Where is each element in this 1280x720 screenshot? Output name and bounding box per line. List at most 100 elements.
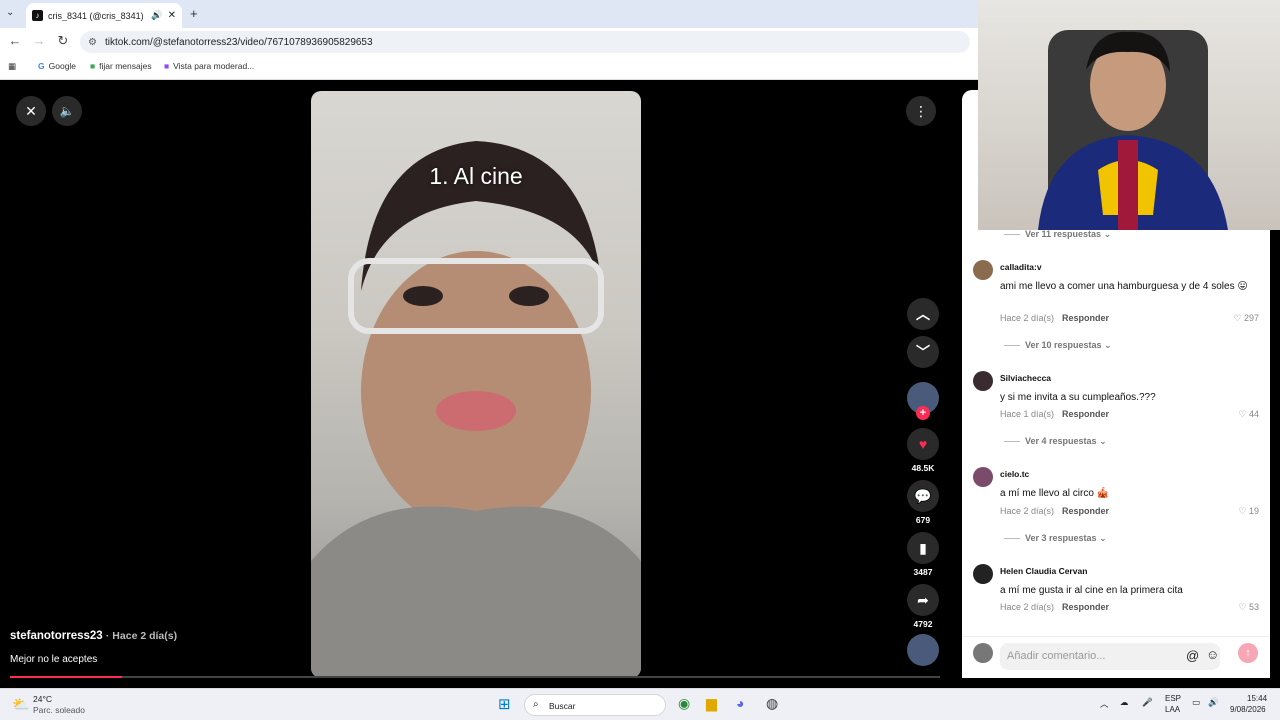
comment-input[interactable]: Añadir comentario... @ ☺ [1000,643,1220,670]
comment-like[interactable]: ♡ 297 [1233,313,1259,324]
view-replies[interactable]: Ver 4 respuestas ⌄ [1004,436,1107,447]
bookmark-fijar-mensajes[interactable]: ■ fijar mensajes [90,61,152,71]
chrome-icon[interactable]: ◉ [678,695,690,712]
mic-icon[interactable]: 🎤 [1142,697,1153,708]
mention-icon[interactable]: @ [1186,648,1199,663]
taskbar-search[interactable]: ⌕ Buscar [524,694,666,716]
avatar[interactable] [973,467,993,487]
comment-text: y si me invita a su cumpleaños.??? [1000,392,1156,403]
follow-plus-icon[interactable]: + [916,406,930,420]
reply-button[interactable]: Responder [1062,506,1109,516]
site-info-icon[interactable]: ⚙ [88,37,97,48]
volume-icon[interactable]: 🔈 [52,96,82,126]
music-disc[interactable] [906,634,940,669]
view-replies[interactable]: Ver 10 respuestas ⌄ [1004,340,1112,351]
weather-icon[interactable]: ⛅ [12,696,29,713]
tab-search-icon[interactable]: ⌄ [6,7,14,18]
reply-button[interactable]: Responder [1062,409,1109,419]
avatar[interactable] [973,260,993,280]
reply-button[interactable]: Responder [1062,313,1109,323]
more-options-icon[interactable]: ⋮ [906,96,936,126]
webcam-overlay [978,0,1280,230]
tiktok-icon: ♪ [32,10,43,21]
chevron-up-icon[interactable]: ︿ [1100,698,1109,710]
share-button[interactable]: ➦ 4792 [906,584,940,629]
view-replies-top[interactable]: Ver 11 respuestas ⌄ [1004,229,1111,240]
comment-user[interactable]: Silviachecca [1000,373,1051,383]
heart-outline-icon: ♡ [1238,602,1247,612]
speaker-icon[interactable]: 🔊 [151,10,162,21]
file-explorer-icon[interactable]: ▆ [706,695,717,712]
language-code[interactable]: ESP [1165,694,1181,703]
video-description: Mejor no le aceptes [10,654,98,665]
weather-temp: 24°C [33,694,52,704]
display-icon[interactable]: ▭ [1192,697,1200,708]
comment-like[interactable]: ♡ 19 [1238,506,1259,517]
bookmark-google[interactable]: G Google [38,61,76,71]
save-button[interactable]: ▮ 3487 [906,532,940,577]
comment-item: cielo.tc a mí me llevo al circo 🎪 Hace 2… [973,467,1263,527]
send-button[interactable]: ↑ [1238,643,1258,663]
forward-icon[interactable]: → [30,33,48,48]
back-icon[interactable]: ← [6,33,24,48]
share-icon: ➦ [907,584,939,616]
emoji-icon[interactable]: ☺ [1206,647,1219,662]
like-button[interactable]: ♥ 48.5K [906,428,940,473]
music-avatar [907,634,939,666]
chevron-down-icon: ﹀ [907,336,939,368]
google-icon: G [38,61,45,71]
bookmarks-bar: ▦ G Google ■ fijar mensajes ■ Vista para mo… [0,56,978,80]
heart-outline-icon: ♡ [1238,506,1247,516]
close-tab-icon[interactable]: ✕ [168,10,176,21]
video-progress-bar[interactable] [10,676,940,678]
next-video-button[interactable]: ﹀ [906,336,940,371]
volume-icon[interactable]: 🔊 [1208,697,1219,708]
chevron-up-icon: ︿ [907,298,939,330]
bookmark-icon: ▮ [907,532,939,564]
browser-tab[interactable]: ♪ cris_8341 (@cris_8341) | Tik 🔊 ✕ [26,3,182,28]
windows-start-icon[interactable]: ⊞ [498,695,511,713]
apps-icon[interactable]: ▦ [8,61,16,72]
language-layout: LAA [1165,705,1181,714]
search-icon: ⌕ [533,699,539,710]
heart-outline-icon: ♡ [1233,313,1242,323]
avatar[interactable] [973,371,993,391]
progress-fill [10,676,122,678]
author-avatar[interactable]: + [906,382,940,420]
twitch-icon: ■ [164,61,170,71]
comment-user[interactable]: cielo.tc [1000,469,1029,479]
weather-desc: Parc. soleado [33,705,85,715]
comment-like[interactable]: ♡ 44 [1238,409,1259,420]
arrow-up-icon: ↑ [1245,647,1251,659]
video-stage: ✕ 🔈 ⋮ 1. Al cine ︿ ﹀ + ♥ 48.5K 💬 679 ▮ 3… [0,80,962,680]
close-icon[interactable]: ✕ [16,96,46,126]
clock-time[interactable]: 15:44 [1247,694,1267,703]
avatar[interactable] [973,564,993,584]
new-tab-button[interactable]: + [190,6,198,21]
save-count: 3487 [913,567,933,577]
bookmark-vista-moderador[interactable]: ■ Vista para moderad... [164,61,254,71]
url-input[interactable]: ⚙ tiktok.com/@stefanotorress23/video/767… [80,31,970,53]
share-count: 4792 [913,619,933,629]
comment-button[interactable]: 💬 679 [906,480,940,525]
author-name: stefanotorress23 [10,630,103,642]
obs-icon[interactable]: ◍ [766,695,778,712]
browser-tab-bar: ⌄ ♪ cris_8341 (@cris_8341) | Tik 🔊 ✕ + [0,0,978,28]
comment-user[interactable]: calladita:v [1000,262,1042,272]
comment-user[interactable]: Helen Claudia Cervan [1000,566,1087,576]
network-icon[interactable]: ☁ [1120,697,1129,708]
reload-icon[interactable]: ↻ [54,33,72,49]
address-bar: ← → ↻ ⚙ tiktok.com/@stefanotorress23/vid… [0,28,978,56]
comment-meta: Hace 2 día(s) Responder [1000,506,1110,516]
comment-meta: Hace 2 día(s) Responder [1000,313,1110,323]
reply-button[interactable]: Responder [1062,602,1109,612]
video-player[interactable]: 1. Al cine [311,91,641,678]
like-count: 48.5K [911,463,935,473]
comment-like[interactable]: ♡ 53 [1238,602,1259,613]
comment-text: ami me llevo a comer una hamburguesa y d… [1000,281,1248,292]
previous-video-button[interactable]: ︿ [906,298,940,333]
view-replies[interactable]: Ver 3 respuestas ⌄ [1004,533,1107,544]
discord-icon[interactable]: ◕ [736,695,744,711]
heart-outline-icon: ♡ [1238,409,1247,419]
video-author[interactable]: stefanotorress23 · Hace 2 día(s) [10,630,177,642]
